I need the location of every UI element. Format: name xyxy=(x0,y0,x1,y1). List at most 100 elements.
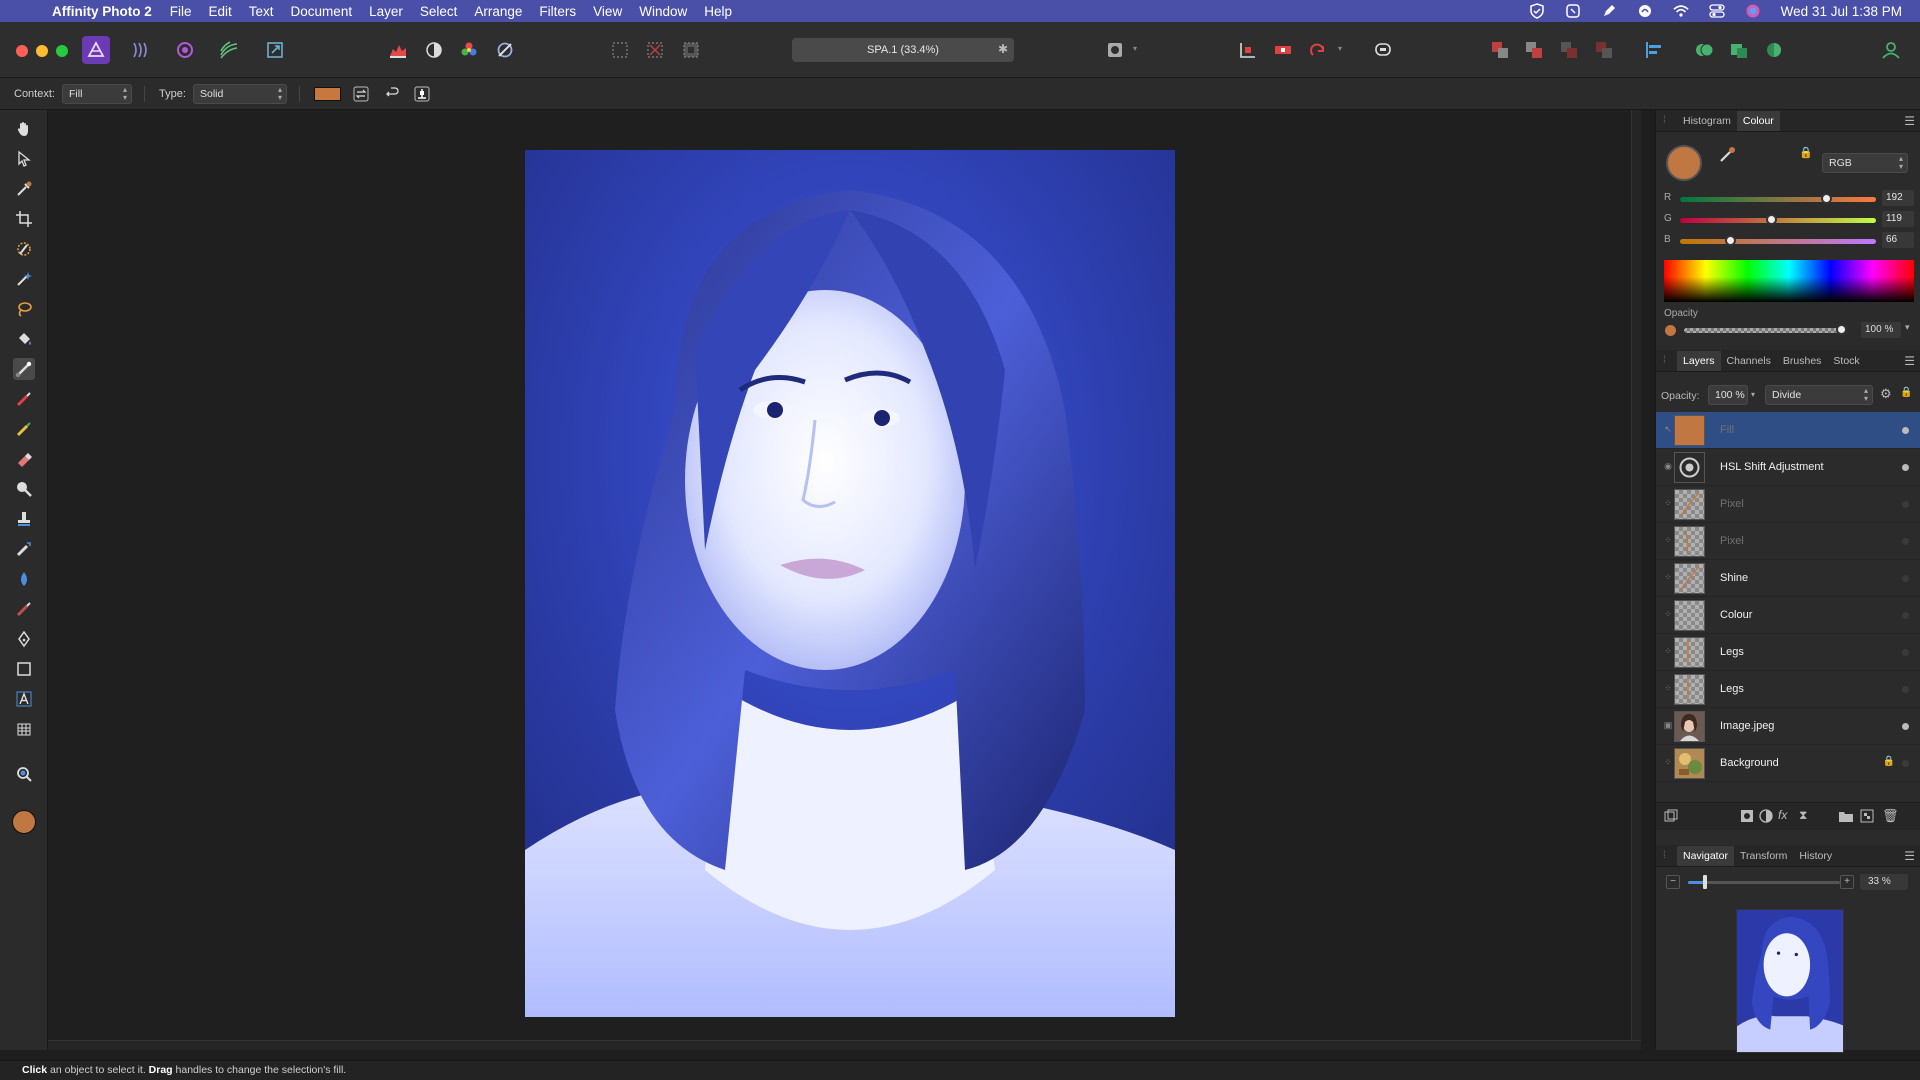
colour-wheel-icon[interactable] xyxy=(455,36,483,64)
layer-opacity-dropdown-icon[interactable]: ▾ xyxy=(1751,390,1755,399)
canvas-horizontal-scrollbar[interactable] xyxy=(48,1040,1641,1050)
red-value[interactable]: 192 xyxy=(1882,190,1914,206)
dodge-brush-tool-icon[interactable] xyxy=(13,478,35,500)
layer-effects-icon[interactable]: ⧗ xyxy=(1799,808,1807,823)
panel-grip-icon[interactable]: ⁞ xyxy=(1663,115,1669,126)
tab-layers[interactable]: Layers xyxy=(1677,350,1721,371)
zoom-slider-knob[interactable] xyxy=(1702,875,1707,889)
red-track[interactable] xyxy=(1680,197,1876,202)
wifi-icon[interactable] xyxy=(1673,4,1689,18)
colour-model-select[interactable]: RGB ▴ ▾ xyxy=(1822,153,1908,173)
layer-options-icon[interactable] xyxy=(1664,809,1678,826)
green-slider[interactable]: G 119 xyxy=(1662,211,1914,227)
zoom-in-button[interactable]: + xyxy=(1840,875,1854,889)
opacity-knob[interactable] xyxy=(1836,324,1847,335)
freehand-selection-tool-icon[interactable] xyxy=(13,298,35,320)
alignment-dropdown-icon[interactable]: ▾ xyxy=(1338,44,1342,53)
layer-row[interactable]: ↖ Fill xyxy=(1656,412,1920,449)
arrange-back-icon[interactable] xyxy=(1486,36,1514,64)
mask-layer-icon[interactable] xyxy=(1740,809,1754,826)
siri-icon[interactable] xyxy=(1745,4,1761,18)
layer-visibility-icon[interactable]: ◉ xyxy=(1662,461,1674,473)
layer-row[interactable]: ▣ Image.jpeg xyxy=(1656,708,1920,745)
boolean-intersect-icon[interactable] xyxy=(1760,36,1788,64)
flood-select-tool-icon[interactable] xyxy=(13,268,35,290)
tab-navigator[interactable]: Navigator xyxy=(1677,845,1734,866)
layer-visible-dot-icon[interactable] xyxy=(1902,649,1909,656)
pen-icon[interactable] xyxy=(1601,4,1617,18)
foreground-color-swatch[interactable] xyxy=(12,810,36,834)
blue-slider[interactable]: B 66 xyxy=(1662,232,1914,248)
window-close-button[interactable] xyxy=(16,45,28,57)
document-tab[interactable]: SPA.1 (33.4%) ✱ xyxy=(792,38,1014,62)
clone-brush-tool-icon[interactable] xyxy=(13,508,35,530)
layer-locked-icon[interactable]: 🔒 xyxy=(1883,756,1895,767)
canvas-vertical-scrollbar[interactable] xyxy=(1631,110,1641,1040)
photo-persona-icon[interactable] xyxy=(82,36,110,64)
add-pixel-layer-icon[interactable] xyxy=(1860,809,1874,826)
delete-layer-icon[interactable]: 🗑 xyxy=(1882,808,1899,824)
chat-icon[interactable] xyxy=(1369,36,1397,64)
layer-visible-dot-icon[interactable] xyxy=(1902,427,1909,434)
blend-mode-select[interactable]: Divide ▴ ▾ xyxy=(1765,385,1873,405)
auto-contrast-icon[interactable] xyxy=(420,36,448,64)
layer-visible-dot-icon[interactable] xyxy=(1902,501,1909,508)
zoom-out-button[interactable]: − xyxy=(1666,875,1680,889)
tab-colour[interactable]: Colour xyxy=(1736,110,1780,131)
tab-histogram[interactable]: Histogram xyxy=(1677,111,1737,131)
red-knob[interactable] xyxy=(1821,193,1832,204)
colour-picker-icon[interactable] xyxy=(1718,144,1738,167)
layer-settings-gear-icon[interactable]: ⚙ xyxy=(1880,386,1892,402)
window-zoom-button[interactable] xyxy=(56,45,68,57)
layer-visibility-icon[interactable]: ⁘ xyxy=(1662,757,1674,769)
snapping-icon[interactable] xyxy=(1234,36,1262,64)
move-tool-icon[interactable] xyxy=(13,148,35,170)
rotate-fill-icon[interactable] xyxy=(383,85,401,103)
assistant-icon[interactable] xyxy=(1269,36,1297,64)
gradient-tool-icon[interactable] xyxy=(13,358,35,380)
layer-row[interactable]: ⁘ Pixel xyxy=(1656,523,1920,560)
deselect-icon[interactable] xyxy=(641,36,669,64)
layer-visible-dot-icon[interactable] xyxy=(1902,686,1909,693)
layer-visibility-icon[interactable]: ⁘ xyxy=(1662,498,1674,510)
boolean-add-icon[interactable] xyxy=(1690,36,1718,64)
panel-menu-icon[interactable]: ☰ xyxy=(1904,354,1915,368)
artistic-text-tool-icon[interactable] xyxy=(13,688,35,710)
layer-visibility-icon[interactable]: ⁘ xyxy=(1662,683,1674,695)
green-value[interactable]: 119 xyxy=(1882,211,1914,227)
smudge-brush-tool-icon[interactable] xyxy=(13,598,35,620)
tab-channels[interactable]: Channels xyxy=(1721,351,1777,371)
green-track[interactable] xyxy=(1680,218,1876,223)
arrange-forward-icon[interactable] xyxy=(1555,36,1583,64)
app-menu[interactable]: Affinity Photo 2 xyxy=(52,4,152,19)
menu-view[interactable]: View xyxy=(593,4,622,19)
layer-visibility-icon[interactable]: ↖ xyxy=(1662,424,1674,436)
layer-row[interactable]: ⁘ Background 🔒 xyxy=(1656,745,1920,782)
window-minimize-button[interactable] xyxy=(36,45,48,57)
adjustment-layer-icon[interactable] xyxy=(1759,809,1773,826)
layer-visibility-icon[interactable]: ⁘ xyxy=(1662,609,1674,621)
menu-window[interactable]: Window xyxy=(639,4,687,19)
canvas-area[interactable] xyxy=(48,110,1641,1050)
layer-row[interactable]: ⁘ Colour xyxy=(1656,597,1920,634)
liquify-persona-icon[interactable] xyxy=(127,36,155,64)
tab-brushes[interactable]: Brushes xyxy=(1777,351,1828,371)
document-image[interactable] xyxy=(525,150,1175,1017)
develop-persona-icon[interactable] xyxy=(171,36,199,64)
blue-track[interactable] xyxy=(1680,239,1876,244)
layer-visibility-icon[interactable]: ⁘ xyxy=(1662,646,1674,658)
invert-selection-icon[interactable] xyxy=(677,36,705,64)
layer-lock-icon[interactable]: 🔒 xyxy=(1900,387,1912,398)
layer-visibility-icon[interactable]: ⁘ xyxy=(1662,572,1674,584)
crop-tool-icon[interactable] xyxy=(13,208,35,230)
layer-visible-dot-icon[interactable] xyxy=(1902,575,1909,582)
arrange-backward-icon[interactable] xyxy=(1520,36,1548,64)
control-center-icon[interactable] xyxy=(1709,4,1725,18)
layer-row[interactable]: ⁘ Legs xyxy=(1656,634,1920,671)
opacity-track[interactable] xyxy=(1684,328,1840,333)
opacity-dropdown-icon[interactable]: ▾ xyxy=(1905,322,1910,333)
boolean-subtract-icon[interactable] xyxy=(1725,36,1753,64)
menu-help[interactable]: Help xyxy=(704,4,732,19)
erase-brush-tool-icon[interactable] xyxy=(13,448,35,470)
panel-grip-icon[interactable]: ⁞ xyxy=(1663,355,1669,366)
